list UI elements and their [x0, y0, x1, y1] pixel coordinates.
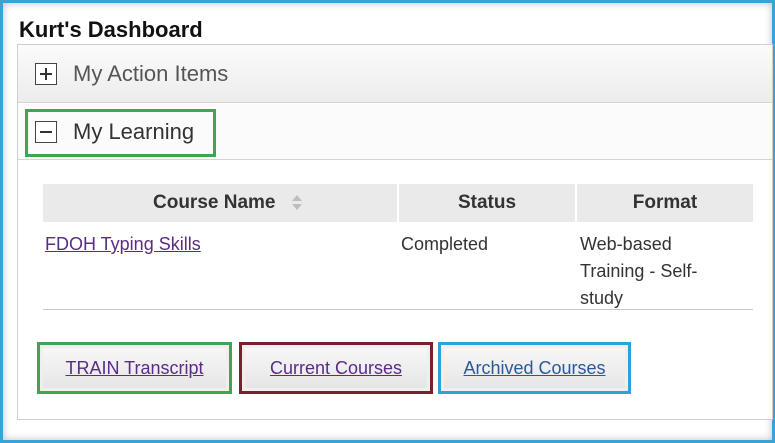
column-format: Format: [632, 192, 698, 213]
course-status: Completed: [401, 234, 489, 254]
dashboard-title: Kurt's Dashboard: [19, 17, 203, 42]
dashboard-frame: Kurt's Dashboard My Action Items My Lear…: [0, 0, 775, 443]
table-row: FDOH Typing Skills: [45, 231, 201, 258]
minus-icon[interactable]: [35, 121, 57, 143]
column-status: Status: [457, 192, 517, 213]
sort-icon[interactable]: [292, 195, 302, 211]
action-items-label: My Action Items: [73, 61, 229, 86]
course-link[interactable]: FDOH Typing Skills: [45, 234, 201, 254]
current-courses-button[interactable]: Current Courses: [239, 342, 433, 394]
train-transcript-button[interactable]: TRAIN Transcript: [37, 342, 232, 394]
my-learning-label: My Learning: [73, 119, 195, 144]
plus-icon[interactable]: [35, 63, 57, 85]
dashboard-panel: My Action Items My Learning Course Name …: [17, 44, 773, 420]
course-format: Web-based Training - Self- study: [580, 234, 698, 308]
course-table-header: Course Name Status Format: [43, 184, 753, 222]
archived-courses-button[interactable]: Archived Courses: [438, 342, 631, 394]
row-divider: [43, 309, 753, 310]
accordion-action-items[interactable]: My Action Items: [18, 45, 772, 103]
column-course-name[interactable]: Course Name: [43, 184, 395, 222]
accordion-my-learning[interactable]: My Learning: [18, 104, 772, 160]
